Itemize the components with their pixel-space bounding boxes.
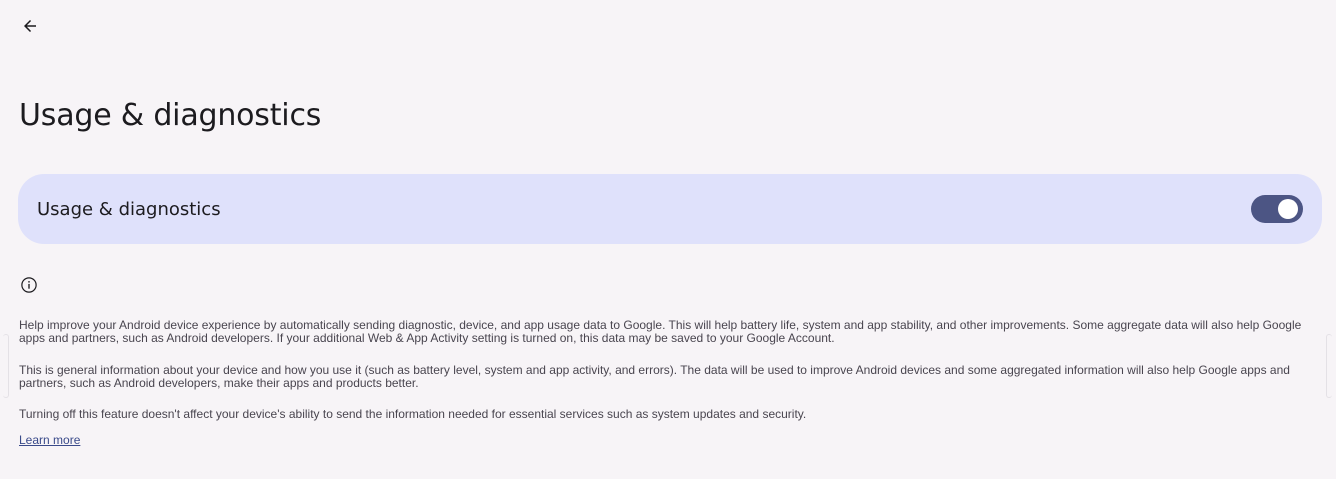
arrow-back-icon: [24, 20, 36, 32]
toggle-label: Usage & diagnostics: [37, 198, 221, 220]
right-edge-handle: [1326, 334, 1332, 398]
description-paragraph-2: This is general information about your d…: [19, 363, 1290, 390]
back-button[interactable]: [16, 12, 44, 40]
learn-more-link[interactable]: Learn more: [19, 433, 80, 447]
settings-page: Usage & diagnostics Usage & diagnostics …: [0, 0, 1336, 479]
description-paragraph-3: Turning off this feature doesn't affect …: [19, 407, 807, 421]
switch-thumb: [1278, 199, 1298, 219]
left-edge-handle: [3, 334, 9, 398]
usage-diagnostics-toggle-row[interactable]: Usage & diagnostics: [18, 174, 1322, 244]
usage-diagnostics-switch[interactable]: [1251, 195, 1303, 223]
page-title: Usage & diagnostics: [19, 98, 322, 133]
info-icon: [20, 276, 38, 294]
description-paragraph-1: Help improve your Android device experie…: [19, 318, 1302, 345]
